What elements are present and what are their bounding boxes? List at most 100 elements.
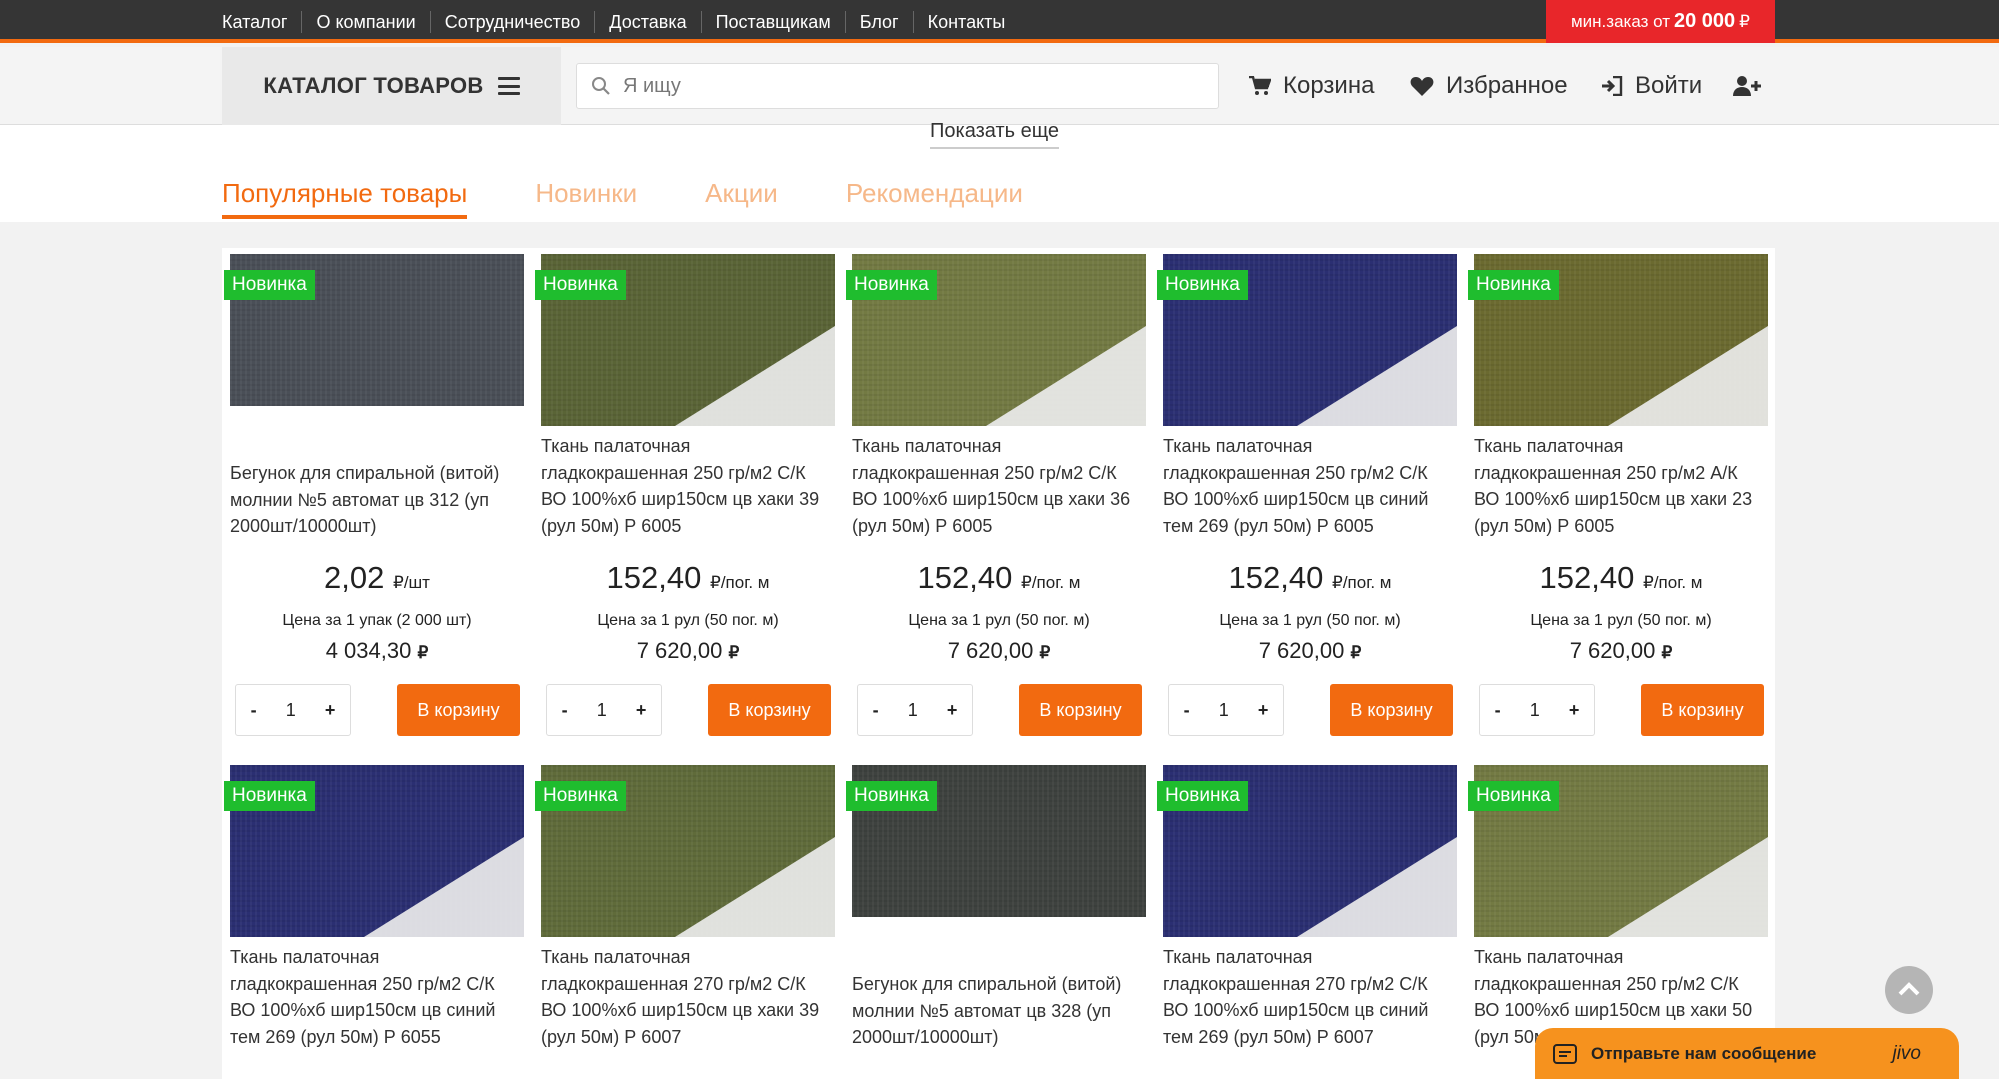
product-title[interactable]: Ткань палаточная гладкокрашенная 250 гр/… bbox=[1163, 433, 1457, 539]
topnav-blog[interactable]: Блог bbox=[844, 10, 913, 33]
product-card[interactable]: Новинка Ткань палаточная гладкокрашенная … bbox=[1155, 248, 1465, 748]
decrement-button[interactable]: - bbox=[1495, 700, 1501, 721]
topnav-delivery[interactable]: Доставка bbox=[594, 10, 700, 33]
cart-label: Корзина bbox=[1283, 72, 1375, 99]
product-title[interactable]: Ткань палаточная гладкокрашенная 250 гр/… bbox=[541, 433, 835, 539]
product-price: 152,40 ₽/пог. м bbox=[844, 560, 1154, 596]
tab-new[interactable]: Новинки bbox=[535, 178, 637, 219]
currency: ₽ bbox=[392, 573, 404, 592]
increment-button[interactable]: + bbox=[325, 700, 336, 721]
decrement-button[interactable]: - bbox=[562, 700, 568, 721]
price-unit: /пог. м bbox=[1342, 573, 1392, 592]
increment-button[interactable]: + bbox=[947, 700, 958, 721]
min-order-prefix: мин.заказ от bbox=[1570, 11, 1670, 31]
decrement-button[interactable]: - bbox=[1184, 700, 1190, 721]
catalog-menu-button[interactable]: КАТАЛОГ ТОВАРОВ bbox=[222, 47, 561, 125]
product-title[interactable]: Ткань палаточная гладкокрашенная 250 гр/… bbox=[1474, 433, 1768, 539]
product-card[interactable]: Новинка Ткань палаточная гладкокрашенная … bbox=[533, 759, 843, 1079]
product-card[interactable]: Новинка Бегунок для спиральной (витой) мо… bbox=[844, 759, 1154, 1079]
topnav-contacts[interactable]: Контакты bbox=[912, 10, 1020, 33]
topnav-cooperation[interactable]: Сотрудничество bbox=[429, 10, 595, 33]
product-tabs: Популярные товары Новинки Акции Рекоменд… bbox=[222, 178, 1091, 219]
price-value: 152,40 bbox=[1228, 560, 1324, 595]
new-badge: Новинка bbox=[224, 270, 315, 300]
sign-in-icon bbox=[1602, 76, 1623, 96]
tab-sales[interactable]: Акции bbox=[705, 178, 778, 219]
show-more-link[interactable]: Показать еще bbox=[930, 120, 1060, 149]
tab-recommendations[interactable]: Рекомендации bbox=[846, 178, 1023, 219]
product-card[interactable]: Новинка Ткань палаточная гладкокрашенная … bbox=[222, 759, 532, 1079]
decrement-button[interactable]: - bbox=[873, 700, 879, 721]
quantity-value[interactable]: 1 bbox=[908, 700, 918, 721]
search-input[interactable] bbox=[623, 74, 1183, 98]
fabric-fold bbox=[1297, 837, 1457, 937]
price-unit: /пог. м bbox=[1031, 573, 1081, 592]
topnav-suppliers[interactable]: Поставщикам bbox=[700, 10, 845, 33]
quantity-value[interactable]: 1 bbox=[1219, 700, 1229, 721]
header: КАТАЛОГ ТОВАРОВ Корзина Избранное Войти bbox=[0, 47, 1999, 125]
favorites-link[interactable]: Избранное bbox=[1410, 47, 1568, 125]
pack-price-value: 7 620,00 bbox=[1258, 638, 1345, 663]
fabric-fold bbox=[675, 837, 835, 937]
product-title[interactable]: Ткань палаточная гладкокрашенная 270 гр/… bbox=[541, 944, 835, 1050]
login-label: Войти bbox=[1635, 72, 1703, 99]
currency: ₽ bbox=[1039, 643, 1051, 662]
pack-label: Цена за 1 рул (50 пог. м) bbox=[1219, 612, 1401, 629]
new-badge: Новинка bbox=[224, 781, 315, 811]
quantity-value[interactable]: 1 bbox=[597, 700, 607, 721]
topnav-about[interactable]: О компании bbox=[301, 10, 429, 33]
currency: ₽ bbox=[1020, 573, 1032, 592]
add-to-cart-button[interactable]: В корзину bbox=[1019, 684, 1142, 736]
product-title[interactable]: Ткань палаточная гладкокрашенная 270 гр/… bbox=[1163, 944, 1457, 1050]
product-card[interactable]: Новинка Ткань палаточная гладкокрашенная … bbox=[533, 248, 843, 748]
product-card[interactable]: Новинка Ткань палаточная гладкокрашенная … bbox=[1466, 248, 1776, 748]
chat-widget[interactable]: Отправьте нам сообщение jivo bbox=[1535, 1028, 1959, 1079]
pack-label: Цена за 1 рул (50 пог. м) bbox=[908, 612, 1090, 629]
pack-price-value: 7 620,00 bbox=[1569, 638, 1656, 663]
fabric-fold bbox=[1297, 326, 1457, 426]
new-badge: Новинка bbox=[1157, 270, 1248, 300]
price-value: 152,40 bbox=[606, 560, 702, 595]
product-title[interactable]: Бегунок для спиральной (витой) молнии №5… bbox=[230, 460, 524, 540]
increment-button[interactable]: + bbox=[1258, 700, 1269, 721]
tab-popular[interactable]: Популярные товары bbox=[222, 178, 468, 219]
topnav-catalog[interactable]: Каталог bbox=[222, 11, 301, 33]
search-box bbox=[576, 63, 1219, 109]
increment-button[interactable]: + bbox=[636, 700, 647, 721]
increment-button[interactable]: + bbox=[1569, 700, 1580, 721]
min-order-amount: 20 000 bbox=[1674, 10, 1736, 32]
currency: ₽ bbox=[1331, 573, 1343, 592]
scroll-to-top-button[interactable] bbox=[1885, 966, 1933, 1014]
quantity-stepper: - 1 + bbox=[1479, 684, 1595, 736]
fabric-fold bbox=[675, 326, 835, 426]
product-title[interactable]: Ткань палаточная гладкокрашенная 250 гр/… bbox=[230, 944, 524, 1050]
new-badge: Новинка bbox=[535, 781, 626, 811]
add-to-cart-button[interactable]: В корзину bbox=[708, 684, 831, 736]
login-link[interactable]: Войти bbox=[1601, 47, 1702, 125]
add-to-cart-button[interactable]: В корзину bbox=[397, 684, 520, 736]
pack-price: 7 620,00 ₽ bbox=[1466, 638, 1776, 664]
new-badge: Новинка bbox=[846, 270, 937, 300]
cart-link[interactable]: Корзина bbox=[1249, 47, 1374, 125]
decrement-button[interactable]: - bbox=[251, 700, 257, 721]
quantity-value[interactable]: 1 bbox=[1530, 700, 1540, 721]
add-to-cart-button[interactable]: В корзину bbox=[1330, 684, 1453, 736]
product-card[interactable]: Новинка Ткань палаточная гладкокрашенная … bbox=[844, 248, 1154, 748]
product-price: 2,02 ₽/шт bbox=[222, 560, 532, 596]
product-title[interactable]: Ткань палаточная гладкокрашенная 250 гр/… bbox=[852, 433, 1146, 539]
fabric-fold bbox=[1608, 837, 1768, 937]
product-price: 152,40 ₽/пог. м bbox=[1466, 560, 1776, 596]
product-card[interactable]: Новинка Ткань палаточная гладкокрашенная … bbox=[1155, 759, 1465, 1079]
menu-icon bbox=[497, 77, 520, 95]
product-title[interactable]: Бегунок для спиральной (витой) молнии №5… bbox=[852, 971, 1146, 1051]
min-order-badge: мин.заказ от 20 000 ₽ bbox=[1546, 0, 1775, 43]
quantity-value[interactable]: 1 bbox=[286, 700, 296, 721]
register-link[interactable] bbox=[1733, 47, 1773, 125]
fabric-fold bbox=[364, 837, 524, 937]
currency: ₽ bbox=[1642, 573, 1654, 592]
add-to-cart-button[interactable]: В корзину bbox=[1641, 684, 1764, 736]
currency: ₽ bbox=[709, 573, 721, 592]
min-order-currency: ₽ bbox=[1739, 11, 1750, 31]
quantity-stepper: - 1 + bbox=[546, 684, 662, 736]
product-card[interactable]: Новинка Бегунок для спиральной (витой) мо… bbox=[222, 248, 532, 748]
